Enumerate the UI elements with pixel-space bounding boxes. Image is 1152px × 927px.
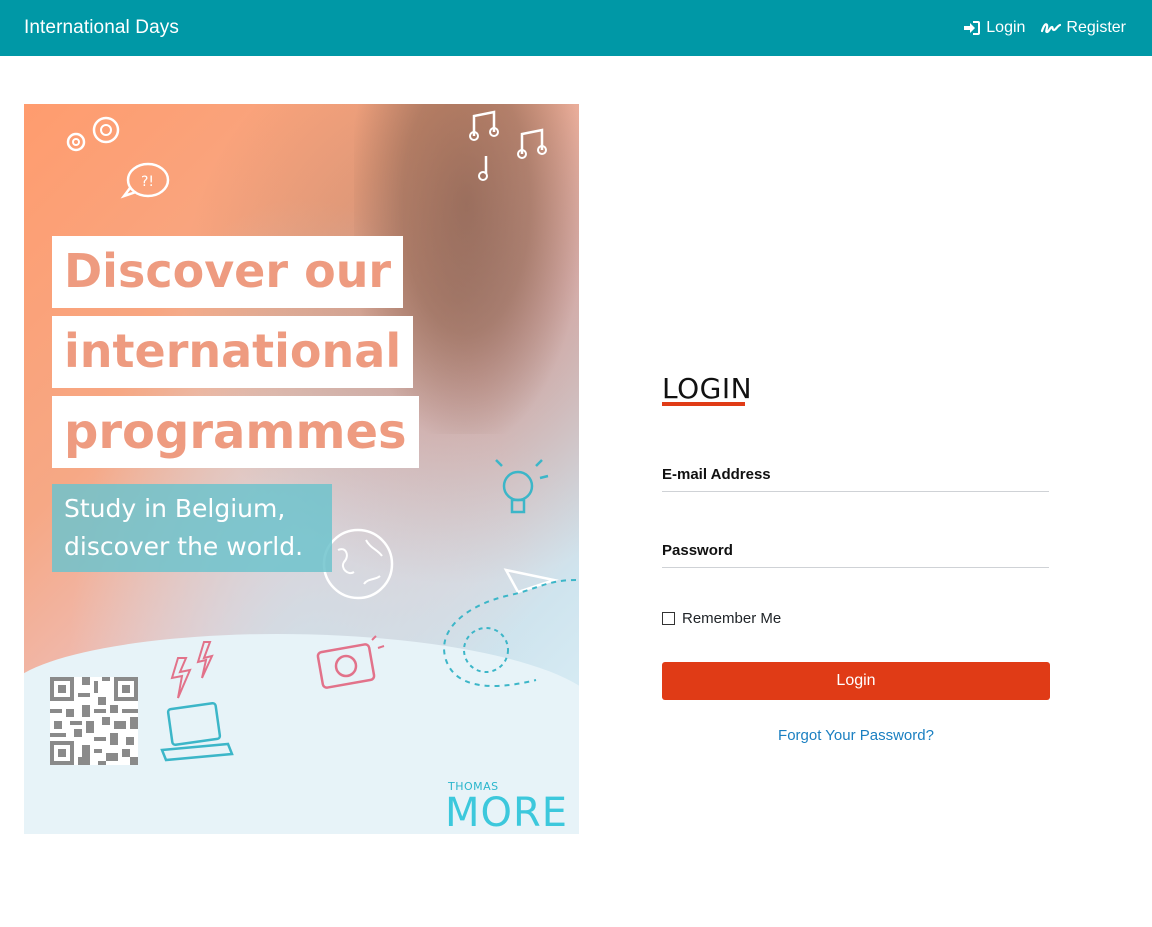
nav-register-label: Register bbox=[1066, 19, 1126, 36]
top-navbar: International Days Login Register bbox=[0, 0, 1152, 56]
speech-bubble-icon: ?! bbox=[120, 162, 170, 199]
nav-login-label: Login bbox=[986, 19, 1026, 36]
nav-register-link[interactable]: Register bbox=[1041, 19, 1126, 37]
qr-code-icon bbox=[50, 677, 138, 765]
poster-subline-line-1: Study in Belgium, bbox=[64, 494, 286, 523]
login-button[interactable]: Login bbox=[662, 662, 1050, 700]
login-title: LOGIN bbox=[662, 372, 753, 405]
login-title-underline bbox=[662, 402, 745, 406]
poster-subline: Study in Belgium, discover the world. bbox=[52, 484, 332, 572]
forgot-password-link[interactable]: Forgot Your Password? bbox=[662, 727, 1050, 744]
email-field[interactable] bbox=[662, 466, 1049, 492]
poster-headline-line-1: Discover our bbox=[52, 236, 404, 308]
camera-icon bbox=[316, 635, 385, 689]
svg-text:?!: ?! bbox=[141, 174, 154, 190]
nav-login-link[interactable]: Login bbox=[963, 19, 1025, 37]
nav-right: Login Register bbox=[963, 19, 1126, 37]
poster-subline-line-2: discover the world. bbox=[64, 532, 304, 561]
lightning-icon bbox=[170, 641, 214, 699]
promo-poster: ?! Discover our international programmes… bbox=[24, 104, 579, 834]
music-notes-icon bbox=[469, 110, 547, 181]
gears-icon bbox=[66, 116, 120, 152]
poster-headline-line-3: programmes bbox=[52, 396, 419, 468]
remember-me-checkbox[interactable] bbox=[662, 612, 675, 625]
remember-me-label: Remember Me bbox=[682, 610, 782, 627]
lightbulb-icon bbox=[495, 459, 549, 514]
paper-plane-icon bbox=[443, 568, 577, 687]
remember-me: Remember Me bbox=[662, 610, 781, 627]
sign-in-icon bbox=[963, 20, 981, 36]
thomas-more-logo: MORE bbox=[445, 790, 569, 834]
laptop-icon bbox=[160, 701, 234, 762]
password-field[interactable] bbox=[662, 542, 1049, 568]
brand-link[interactable]: International Days bbox=[24, 17, 179, 39]
signature-icon bbox=[1041, 21, 1062, 35]
poster-headline-line-2: international bbox=[52, 316, 414, 388]
